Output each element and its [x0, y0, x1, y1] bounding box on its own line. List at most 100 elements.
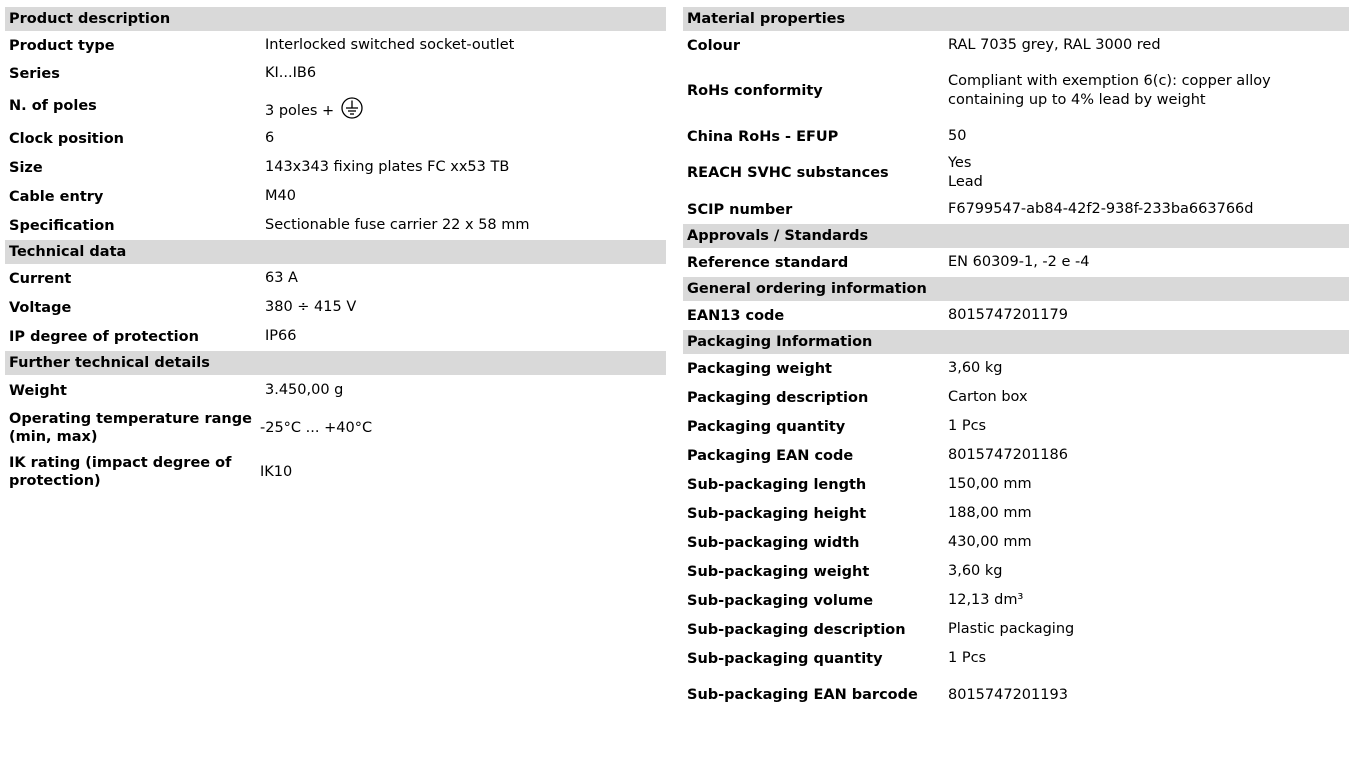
spec-row-reach-svhc: REACH SVHC substances Yes Lead: [683, 151, 1349, 195]
spec-row-specification: Specification Sectionable fuse carrier 2…: [5, 211, 666, 240]
spec-row-sub-packaging-volume: Sub-packaging volume 12,13 dm³: [683, 586, 1349, 615]
section-header-approvals-standards: Approvals / Standards: [683, 224, 1349, 248]
product-datasheet: Product description Product type Interlo…: [0, 0, 1349, 758]
spec-label: Reference standard: [687, 254, 849, 271]
spec-label: Packaging quantity: [687, 418, 846, 435]
spec-value: 8015747201193: [948, 686, 1068, 703]
spec-label: Voltage: [9, 299, 72, 316]
spec-value: Compliant with exemption 6(c): copper al…: [948, 73, 1271, 108]
spec-value: EN 60309-1, -2 e -4: [948, 254, 1090, 270]
spec-row-reference-standard: Reference standard EN 60309-1, -2 e -4: [683, 248, 1349, 277]
spec-label: Sub-packaging width: [687, 534, 860, 551]
spec-row-weight: Weight 3.450,00 g: [5, 375, 666, 406]
spec-label: Clock position: [9, 130, 124, 147]
spec-label: China RoHs - EFUP: [687, 128, 839, 145]
spec-row-cable-entry: Cable entry M40: [5, 182, 666, 211]
spec-value: M40: [265, 188, 296, 204]
spec-label: Sub-packaging EAN barcode: [687, 687, 918, 703]
spec-row-sub-packaging-description: Sub-packaging description Plastic packag…: [683, 615, 1349, 644]
spec-row-packaging-description: Packaging description Carton box: [683, 383, 1349, 412]
spec-value: Plastic packaging: [948, 621, 1075, 637]
spec-label: EAN13 code: [687, 307, 785, 324]
spec-label: Sub-packaging weight: [687, 563, 870, 580]
spec-label: Sub-packaging height: [687, 505, 867, 522]
spec-value: 1 Pcs: [948, 650, 987, 666]
spec-value: -25°C ... +40°C: [260, 419, 373, 436]
spec-value: 50: [948, 128, 967, 144]
spec-value: 3 poles +: [265, 102, 335, 119]
spec-label: Product type: [9, 37, 115, 54]
spec-value: IK10: [260, 463, 293, 480]
spec-value: 3.450,00 g: [265, 382, 344, 398]
spec-label: Series: [9, 65, 60, 82]
left-column: Product description Product type Interlo…: [5, 7, 666, 494]
spec-label: IP degree of protection: [9, 328, 199, 345]
spec-label: Cable entry: [9, 188, 104, 205]
spec-row-sub-packaging-weight: Sub-packaging weight 3,60 kg: [683, 557, 1349, 586]
spec-value: 8015747201186: [948, 447, 1068, 463]
right-column: Material properties Colour RAL 7035 grey…: [683, 7, 1349, 717]
spec-row-voltage: Voltage 380 ÷ 415 V: [5, 293, 666, 322]
spec-value: 380 ÷ 415 V: [265, 299, 357, 315]
spec-row-rohs-conformity: RoHs conformity Compliant with exemption…: [683, 60, 1349, 122]
spec-value: 6: [265, 130, 275, 146]
spec-row-sub-packaging-length: Sub-packaging length 150,00 mm: [683, 470, 1349, 499]
spec-value: 430,00 mm: [948, 534, 1032, 550]
spec-row-operating-temperature: Operating temperature range (min, max) -…: [5, 406, 666, 450]
spec-value: 12,13 dm³: [948, 592, 1024, 608]
spec-label: Operating temperature range (min, max): [9, 411, 252, 445]
spec-row-current: Current 63 A: [5, 264, 666, 293]
spec-label: Specification: [9, 217, 115, 234]
spec-row-size: Size 143x343 fixing plates FC xx53 TB: [5, 153, 666, 182]
spec-row-sub-packaging-height: Sub-packaging height 188,00 mm: [683, 499, 1349, 528]
spec-row-sub-packaging-ean-barcode: Sub-packaging EAN barcode 8015747201193: [683, 673, 1349, 717]
spec-row-scip-number: SCIP number F6799547-ab84-42f2-938f-233b…: [683, 195, 1349, 224]
spec-value: 188,00 mm: [948, 505, 1032, 521]
spec-row-packaging-quantity: Packaging quantity 1 Pcs: [683, 412, 1349, 441]
spec-label: IK rating (impact degree of protection): [9, 455, 232, 489]
section-header-material-properties: Material properties: [683, 7, 1349, 31]
protective-earth-icon: [341, 96, 363, 119]
spec-value: IP66: [265, 328, 297, 344]
section-header-further-technical-details: Further technical details: [5, 351, 666, 375]
spec-label: Weight: [9, 382, 67, 399]
spec-value: 63 A: [265, 270, 298, 286]
spec-value: Yes: [948, 155, 972, 171]
spec-row-ik-rating: IK rating (impact degree of protection) …: [5, 450, 666, 494]
spec-value: 8015747201179: [948, 307, 1068, 323]
spec-label: REACH SVHC substances: [687, 165, 889, 181]
spec-label: Packaging weight: [687, 360, 832, 377]
spec-value: 3,60 kg: [948, 360, 1003, 376]
spec-value: Lead: [948, 174, 983, 190]
section-header-general-ordering-information: General ordering information: [683, 277, 1349, 301]
spec-label: Current: [9, 270, 72, 287]
section-header-technical-data: Technical data: [5, 240, 666, 264]
spec-row-packaging-weight: Packaging weight 3,60 kg: [683, 354, 1349, 383]
spec-value: 3,60 kg: [948, 563, 1003, 579]
spec-row-packaging-ean-code: Packaging EAN code 8015747201186: [683, 441, 1349, 470]
spec-row-product-type: Product type Interlocked switched socket…: [5, 31, 666, 60]
spec-value: Sectionable fuse carrier 22 x 58 mm: [265, 217, 530, 233]
spec-value: KI...IB6: [265, 65, 317, 81]
spec-row-poles: N. of poles 3 poles +: [5, 87, 666, 124]
spec-row-colour: Colour RAL 7035 grey, RAL 3000 red: [683, 31, 1349, 60]
spec-value: 150,00 mm: [948, 476, 1032, 492]
spec-value: Interlocked switched socket-outlet: [265, 37, 515, 53]
spec-label: N. of poles: [9, 97, 97, 114]
spec-row-ean13-code: EAN13 code 8015747201179: [683, 301, 1349, 330]
spec-label: Sub-packaging length: [687, 476, 867, 493]
spec-value: RAL 7035 grey, RAL 3000 red: [948, 37, 1161, 53]
spec-value-container: 3 poles +: [265, 91, 666, 121]
section-header-packaging-information: Packaging Information: [683, 330, 1349, 354]
spec-value: 143x343 fixing plates FC xx53 TB: [265, 159, 510, 175]
spec-row-clock-position: Clock position 6: [5, 124, 666, 153]
spec-label: SCIP number: [687, 201, 793, 218]
spec-row-sub-packaging-width: Sub-packaging width 430,00 mm: [683, 528, 1349, 557]
spec-value: Carton box: [948, 389, 1028, 405]
spec-value-container: Yes Lead: [948, 154, 1349, 192]
spec-row-ip-degree: IP degree of protection IP66: [5, 322, 666, 351]
spec-label: RoHs conformity: [687, 83, 823, 99]
spec-row-sub-packaging-quantity: Sub-packaging quantity 1 Pcs: [683, 644, 1349, 673]
spec-label: Packaging EAN code: [687, 447, 854, 464]
section-header-product-description: Product description: [5, 7, 666, 31]
